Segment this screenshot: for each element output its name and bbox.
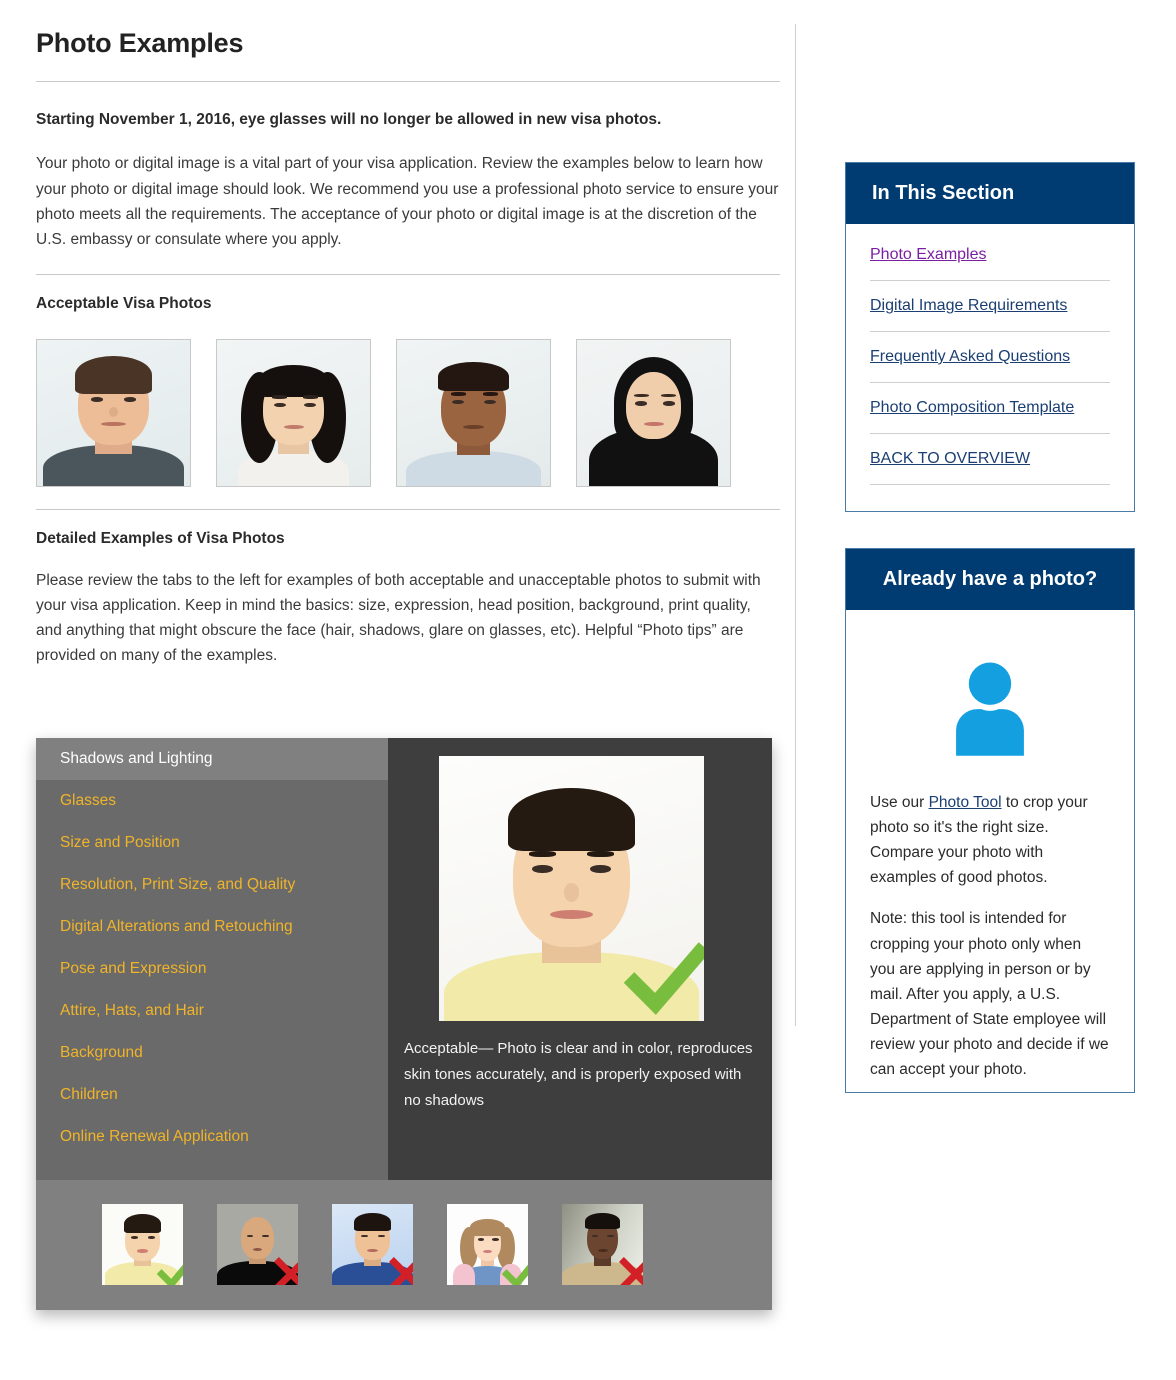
thumbnail-5[interactable] <box>562 1204 643 1285</box>
sidebar-divider <box>870 280 1110 281</box>
thumbnail-strip <box>36 1180 772 1310</box>
in-this-section-card: In This Section Photo Examples Digital I… <box>845 162 1135 512</box>
tab-label: Size and Position <box>60 834 180 851</box>
tab-label: Glasses <box>60 792 116 809</box>
tab-label: Digital Alterations and Retouching <box>60 918 293 935</box>
content-rail-divider <box>795 24 796 1026</box>
main-content: Photo Examples Starting November 1, 2016… <box>36 28 780 668</box>
sidebar-divider <box>870 484 1110 485</box>
thumbnail-2[interactable] <box>217 1204 298 1285</box>
cross-icon <box>274 1257 298 1285</box>
photo-examples-tab-widget: Shadows and Lighting Glasses Size and Po… <box>36 738 772 1310</box>
acceptable-photo-4 <box>576 338 731 487</box>
tab-pose-and-expression[interactable]: Pose and Expression <box>36 948 388 990</box>
sidebar-link-back-to-overview[interactable]: BACK TO OVERVIEW <box>870 450 1110 484</box>
tab-label: Background <box>60 1044 143 1061</box>
sidebar-divider <box>870 382 1110 383</box>
portrait-woman-black-hair <box>217 339 370 486</box>
portrait-man-blue-collar <box>397 339 550 486</box>
already-have-photo-card: Already have a photo? Use our Photo Tool… <box>845 548 1135 1094</box>
divider-mid <box>36 273 780 275</box>
detailed-examples-heading: Detailed Examples of Visa Photos <box>36 529 285 547</box>
photo-tool-text-before: Use our <box>870 794 929 811</box>
sidebar-link-frequently-asked-questions[interactable]: Frequently Asked Questions <box>870 348 1110 382</box>
photo-tool-paragraph: Use our Photo Tool to crop your photo so… <box>870 790 1110 890</box>
tab-panel: Acceptable— Photo is clear and in color,… <box>388 738 772 1180</box>
in-this-section-title: In This Section <box>846 163 1134 224</box>
thumbnail-1[interactable] <box>102 1204 183 1285</box>
tab-label: Children <box>60 1086 118 1103</box>
sidebar-link-digital-image-requirements[interactable]: Digital Image Requirements <box>870 297 1110 331</box>
tab-children[interactable]: Children <box>36 1074 388 1116</box>
thumbnail-4[interactable] <box>447 1204 528 1285</box>
tab-label: Online Renewal Application <box>60 1128 249 1145</box>
sidebar-link-photo-composition-template[interactable]: Photo Composition Template <box>870 399 1110 433</box>
photo-examples-page: Photo Examples Starting November 1, 2016… <box>0 0 1176 1380</box>
person-icon <box>956 662 1024 756</box>
cross-icon <box>389 1257 413 1285</box>
detailed-examples-paragraph: Please review the tabs to the left for e… <box>36 571 761 665</box>
thumbnail-3[interactable] <box>332 1204 413 1285</box>
already-have-photo-body: Use our Photo Tool to crop your photo so… <box>846 610 1134 1092</box>
tab-panel-caption: Acceptable— Photo is clear and in color,… <box>404 1040 753 1109</box>
photo-tool-link[interactable]: Photo Tool <box>929 794 1002 811</box>
thumbnail-list <box>36 1180 772 1285</box>
acceptable-photos-row <box>36 338 780 487</box>
sidebar-link-photo-examples[interactable]: Photo Examples <box>870 246 1110 280</box>
tab-shadows-and-lighting[interactable]: Shadows and Lighting <box>36 738 388 780</box>
tab-size-and-position[interactable]: Size and Position <box>36 822 388 864</box>
tab-background[interactable]: Background <box>36 1032 388 1074</box>
cross-icon <box>619 1257 643 1285</box>
sidebar: In This Section Photo Examples Digital I… <box>845 162 1135 1129</box>
policy-notice: Starting November 1, 2016, eye glasses w… <box>36 111 662 128</box>
already-have-photo-title: Already have a photo? <box>846 549 1134 610</box>
tab-label: Resolution, Print Size, and Quality <box>60 876 296 893</box>
acceptable-photo-2 <box>216 338 371 487</box>
in-this-section-links: Photo Examples Digital Image Requirement… <box>846 224 1134 511</box>
acceptable-photo-1 <box>36 338 191 487</box>
photo-tool-note: Note: this tool is intended for cropping… <box>870 910 1109 1079</box>
tab-label: Attire, Hats, and Hair <box>60 1002 204 1019</box>
tab-resolution-print-size-and-quality[interactable]: Resolution, Print Size, and Quality <box>36 864 388 906</box>
sidebar-divider <box>870 433 1110 434</box>
tab-attire-hats-and-hair[interactable]: Attire, Hats, and Hair <box>36 990 388 1032</box>
portrait-man-yellow-shirt <box>439 756 704 1021</box>
acceptable-photos-heading: Acceptable Visa Photos <box>36 294 212 312</box>
person-icon-wrap <box>870 632 1110 774</box>
tab-online-renewal-application[interactable]: Online Renewal Application <box>36 1116 388 1158</box>
divider-lower <box>36 508 780 510</box>
acceptable-photo-3 <box>396 338 551 487</box>
tab-label: Pose and Expression <box>60 960 207 977</box>
portrait-man-gray-tee <box>37 339 190 486</box>
tab-glasses[interactable]: Glasses <box>36 780 388 822</box>
tab-widget-columns: Shadows and Lighting Glasses Size and Po… <box>36 738 772 1180</box>
tab-digital-alterations-and-retouching[interactable]: Digital Alterations and Retouching <box>36 906 388 948</box>
check-icon <box>502 1264 528 1285</box>
intro-paragraph: Your photo or digital image is a vital p… <box>36 155 779 248</box>
portrait-woman-hijab <box>577 339 730 486</box>
tab-label: Shadows and Lighting <box>60 750 213 767</box>
tab-list: Shadows and Lighting Glasses Size and Po… <box>36 738 388 1180</box>
tab-panel-photo <box>439 756 704 1021</box>
page-title: Photo Examples <box>36 28 244 58</box>
check-icon <box>157 1264 183 1285</box>
sidebar-divider <box>870 331 1110 332</box>
divider-top <box>36 81 780 82</box>
